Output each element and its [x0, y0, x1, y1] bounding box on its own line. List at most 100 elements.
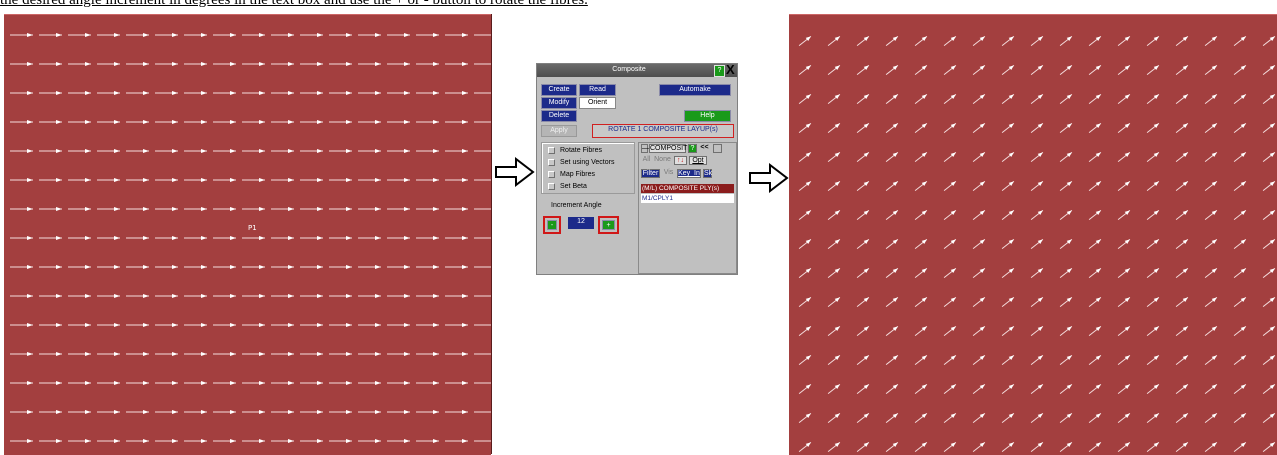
list-item[interactable]: M1/CPLY1	[641, 194, 734, 203]
fibre-arrow-icon	[1175, 267, 1189, 279]
fibre-arrow-icon	[358, 149, 381, 153]
option-rotate-fibres[interactable]: Rotate Fibres	[548, 146, 602, 155]
fibre-arrow-icon	[271, 439, 294, 443]
fibre-arrow-icon	[300, 91, 323, 95]
fibre-arrow-icon	[329, 207, 352, 211]
apply-button[interactable]: Apply	[541, 125, 577, 137]
sort-icon[interactable]: ↑↓	[674, 156, 687, 165]
read-button[interactable]: Read	[579, 84, 616, 96]
fibre-arrow-icon	[242, 265, 265, 269]
fibre-arrow-icon	[1204, 441, 1218, 453]
fibre-arrow-icon	[1088, 267, 1102, 279]
fibre-arrow-icon	[445, 439, 468, 443]
fibre-arrow-icon	[213, 33, 236, 37]
fibre-arrow-icon	[1146, 296, 1160, 308]
opt-button[interactable]: Opt	[689, 156, 707, 165]
fibre-arrow-icon	[10, 236, 33, 240]
fibre-arrow-icon	[1175, 35, 1189, 47]
fibre-arrow-icon	[1204, 35, 1218, 47]
fibre-arrow-icon	[856, 180, 870, 192]
help-button[interactable]: Help	[684, 110, 731, 122]
fibre-arrow-icon	[271, 91, 294, 95]
fibre-arrow-icon	[10, 352, 33, 356]
fibre-arrow-icon	[943, 383, 957, 395]
fibre-arrow-icon	[68, 91, 91, 95]
fibre-arrow-icon	[300, 381, 323, 385]
orient-button[interactable]: Orient	[579, 97, 616, 109]
fibre-arrow-icon	[1059, 151, 1073, 163]
help-icon[interactable]: ?	[714, 65, 725, 77]
fibre-arrow-icon	[387, 236, 410, 240]
fibre-arrow-icon	[126, 410, 149, 414]
automake-button[interactable]: Automake	[659, 84, 731, 96]
fibre-arrow-icon	[943, 412, 957, 424]
fibre-arrow-icon	[1204, 238, 1218, 250]
option-label: Map Fibres	[560, 171, 596, 178]
fibre-arrow-icon	[1059, 383, 1073, 395]
fibre-arrow-icon	[184, 33, 207, 37]
fibre-arrow-icon	[213, 265, 236, 269]
fibre-arrow-icon	[416, 352, 439, 356]
fibre-arrow-icon	[943, 209, 957, 221]
window-icon[interactable]	[713, 144, 722, 153]
fibre-arrow-icon	[1262, 325, 1276, 337]
fibre-arrow-icon	[271, 120, 294, 124]
fibre-arrow-icon	[1030, 412, 1044, 424]
fibre-arrow-icon	[1059, 122, 1073, 134]
option-set-beta[interactable]: Set Beta	[548, 182, 587, 191]
fibre-arrow-icon	[329, 149, 352, 153]
checkbox-icon	[548, 182, 555, 190]
fibre-arrow-icon	[1262, 122, 1276, 134]
select-all-button[interactable]: All	[641, 156, 652, 165]
fibre-arrow-icon	[1175, 296, 1189, 308]
fibre-arrow-icon	[1262, 383, 1276, 395]
fibre-arrow-icon	[155, 323, 178, 327]
sketch-button[interactable]: Sk	[703, 169, 712, 178]
fibre-arrow-icon	[474, 266, 491, 268]
fibre-arrow-icon	[1262, 180, 1276, 192]
fibre-arrow-icon	[329, 294, 352, 298]
fibre-arrow-icon	[1117, 64, 1131, 76]
minus-button[interactable]: -	[547, 220, 557, 230]
fibre-arrow-icon	[329, 439, 352, 443]
fibre-arrow-icon	[1030, 209, 1044, 221]
fibre-arrow-icon	[97, 207, 120, 211]
fibre-arrow-icon	[474, 440, 491, 442]
vis-button[interactable]: Vis	[662, 169, 675, 178]
fibre-arrow-icon	[416, 439, 439, 443]
fibre-arrow-icon	[387, 178, 410, 182]
fibre-arrow-icon	[97, 149, 120, 153]
option-map-fibres[interactable]: Map Fibres	[548, 170, 595, 179]
option-set-using-vectors[interactable]: Set using Vectors	[548, 158, 614, 167]
fibre-arrow-icon	[1233, 180, 1247, 192]
fibre-arrow-icon	[1001, 267, 1015, 279]
fibre-arrow-icon	[445, 323, 468, 327]
fibre-arrow-icon	[387, 381, 410, 385]
fibre-arrow-icon	[1175, 354, 1189, 366]
selector-help-icon[interactable]: ?	[688, 144, 697, 153]
left-fibre-field	[10, 33, 491, 443]
select-none-button[interactable]: None	[653, 156, 672, 165]
plus-button[interactable]: +	[602, 220, 615, 230]
create-button[interactable]: Create	[541, 84, 577, 96]
modify-button[interactable]: Modify	[541, 97, 577, 109]
fibre-arrow-icon	[300, 323, 323, 327]
delete-button[interactable]: Delete	[541, 110, 577, 122]
right-arrow-icon	[495, 157, 535, 187]
dash-button[interactable]: —	[641, 144, 649, 153]
fibre-arrow-icon	[329, 120, 352, 124]
collapse-icon[interactable]: <<	[699, 144, 710, 153]
fibre-arrow-icon	[1146, 238, 1160, 250]
fibre-arrow-icon	[213, 352, 236, 356]
filter-button[interactable]: Filter	[641, 169, 660, 178]
fibre-arrow-icon	[271, 236, 294, 240]
close-icon[interactable]: X	[726, 63, 735, 76]
fibre-arrow-icon	[155, 207, 178, 211]
fibre-arrow-icon	[914, 296, 928, 308]
fibre-arrow-icon	[856, 64, 870, 76]
key-in-button[interactable]: Key_In	[677, 169, 701, 178]
fibre-arrow-icon	[445, 33, 468, 37]
fibre-arrow-icon	[300, 294, 323, 298]
fibre-arrow-icon	[798, 325, 812, 337]
increment-angle-input[interactable]: 12	[568, 217, 594, 229]
